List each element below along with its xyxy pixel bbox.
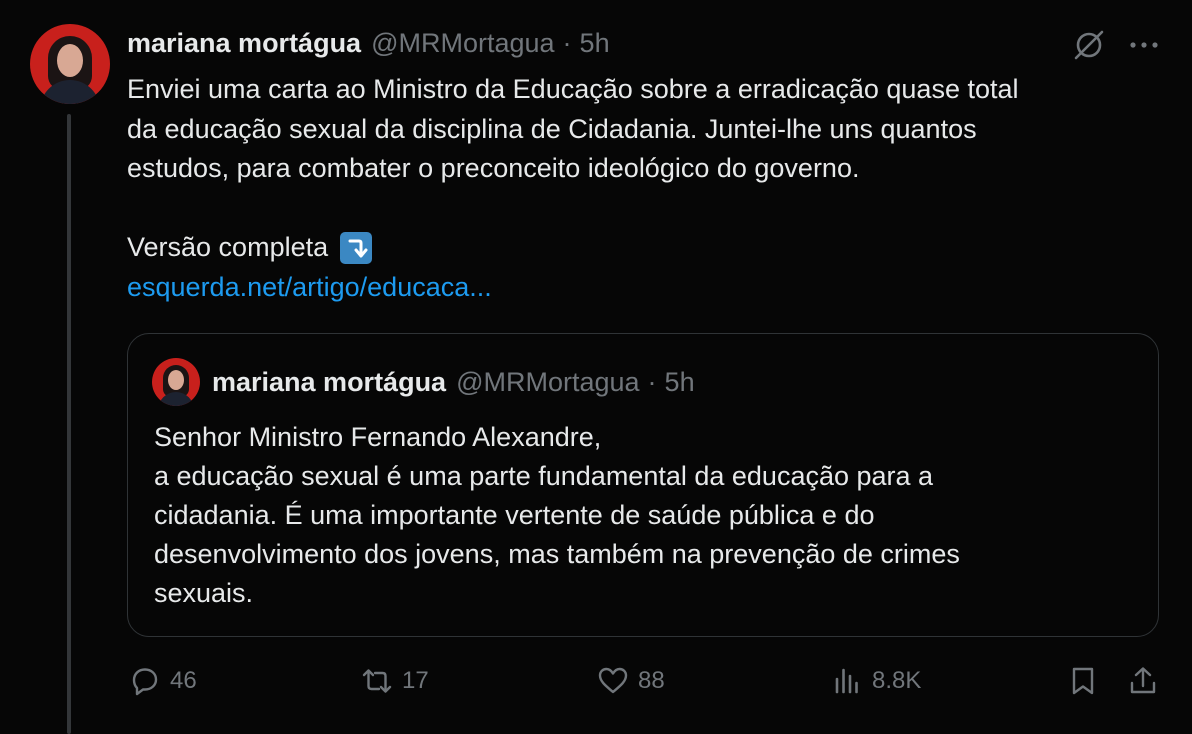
avatar-body [158, 392, 194, 406]
article-link[interactable]: esquerda.net/artigo/educaca... [127, 272, 492, 303]
heart-icon [598, 667, 628, 694]
avatar-face [57, 44, 83, 77]
retweet-icon [362, 669, 392, 693]
quoted-tweet[interactable]: mariana mortágua @MRMortagua · 5h Senhor… [127, 333, 1159, 637]
arrow-down-emoji-icon [340, 231, 373, 264]
retweet-count: 17 [402, 667, 429, 694]
like-button[interactable]: 88 [596, 664, 665, 698]
tweet-line: da educação sexual da disciplina de Cida… [127, 113, 977, 144]
share-button[interactable] [1126, 664, 1168, 698]
share-icon [1130, 667, 1156, 694]
tweet-header: mariana mortágua @MRMortagua · 5h [127, 28, 610, 59]
quote-time: 5h [664, 367, 695, 397]
quote-header: mariana mortágua @MRMortagua · 5h [212, 367, 695, 398]
author-name[interactable]: mariana mortágua [127, 28, 361, 59]
quote-line: cidadania. É uma importante vertente de … [154, 500, 875, 530]
bookmark-button[interactable] [1066, 664, 1108, 698]
views-count: 8.8K [872, 667, 922, 694]
quote-author-avatar[interactable] [152, 358, 200, 406]
views-button[interactable]: 8.8K [830, 664, 921, 698]
author-handle[interactable]: @MRMortagua [371, 28, 554, 59]
header-separator: · [562, 28, 572, 58]
quote-author-name: mariana mortágua [212, 367, 447, 397]
author-avatar[interactable] [30, 24, 110, 104]
more-options-icon[interactable] [1128, 40, 1160, 50]
quote-line: sexuais. [154, 578, 254, 608]
quote-text: Senhor Ministro Fernando Alexandre, a ed… [154, 418, 1114, 613]
versao-text: Versão completa [127, 232, 329, 262]
quote-line: a educação sexual é uma parte fundamenta… [154, 461, 934, 491]
reply-button[interactable]: 46 [128, 664, 197, 698]
tweet-text: Enviei uma carta ao Ministro da Educação… [127, 70, 1157, 189]
grok-icon[interactable] [1072, 28, 1106, 62]
quote-separator: · [647, 367, 657, 397]
reply-count: 46 [170, 667, 197, 694]
reply-icon [132, 668, 158, 696]
tweet-line: estudos, para combater o preconceito ide… [127, 153, 860, 183]
tweet-line: Enviei uma carta ao Ministro da Educação… [127, 74, 1019, 104]
like-count: 88 [638, 667, 665, 694]
quote-author-handle: @MRMortagua [456, 367, 640, 397]
avatar-face [168, 370, 184, 390]
quote-line: Senhor Ministro Fernando Alexandre, [154, 422, 602, 452]
views-chart-icon [835, 668, 858, 694]
tweet-time[interactable]: 5h [580, 28, 610, 59]
avatar-body [40, 80, 100, 104]
retweet-button[interactable]: 17 [360, 664, 429, 698]
full-version-label: Versão completa [127, 228, 373, 268]
quote-line: desenvolvimento dos jovens, mas também n… [154, 539, 960, 569]
bookmark-icon [1072, 667, 1094, 695]
thread-line [67, 114, 71, 734]
action-bar: 46 17 88 8.8K [0, 664, 1192, 708]
